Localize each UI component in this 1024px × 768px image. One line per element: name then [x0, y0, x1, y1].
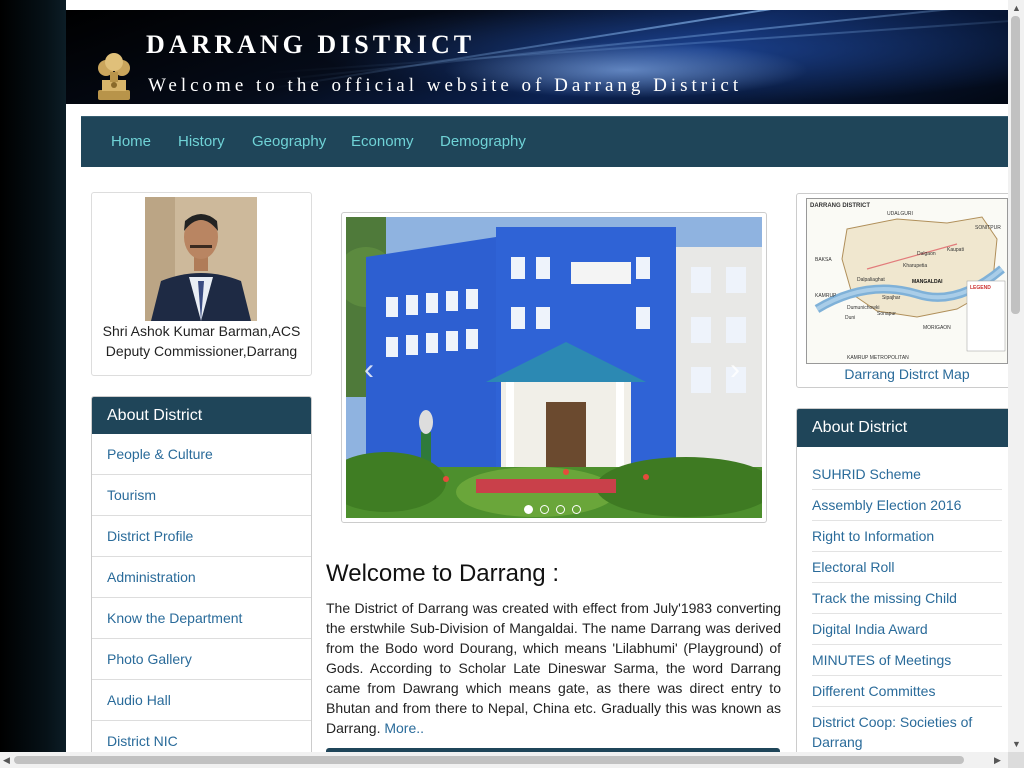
right-item-assembly-election[interactable]: Assembly Election 2016 — [812, 490, 1002, 521]
vertical-scrollbar[interactable]: ▲ ▼ — [1008, 0, 1024, 752]
map-place-label: Dalgaon — [917, 251, 936, 257]
map-place-label: UDALGURI — [887, 211, 913, 217]
left-item-district-nic[interactable]: District NIC — [92, 721, 311, 752]
carousel-indicator-4[interactable] — [572, 505, 581, 514]
carousel-prev-icon[interactable]: ‹ — [364, 353, 374, 387]
header-banner: DARRANG DISTRICT Welcome to the official… — [66, 10, 1008, 104]
deputy-commissioner-card: Shri Ashok Kumar Barman,ACS Deputy Commi… — [91, 192, 312, 376]
welcome-heading: Welcome to Darrang : — [326, 560, 559, 587]
right-item-electoral-roll[interactable]: Electoral Roll — [812, 552, 1002, 583]
carousel-indicator-1[interactable] — [524, 505, 533, 514]
horizontal-scrollbar[interactable]: ◀ ▶ — [0, 752, 1008, 768]
deputy-commissioner-name: Shri Ashok Kumar Barman,ACS — [102, 323, 301, 339]
scroll-right-icon[interactable]: ▶ — [994, 756, 1001, 765]
carousel-indicator-3[interactable] — [556, 505, 565, 514]
state-emblem-icon — [98, 53, 130, 100]
map-place-label: MORIGAON — [923, 325, 951, 331]
nav-home[interactable]: Home — [111, 133, 151, 150]
right-item-digital-india-award[interactable]: Digital India Award — [812, 614, 1002, 645]
left-item-know-department[interactable]: Know the Department — [92, 598, 311, 639]
scrollbar-corner — [1008, 752, 1024, 768]
welcome-more-link[interactable]: More.. — [384, 720, 424, 736]
scroll-down-icon[interactable]: ▼ — [1012, 740, 1021, 749]
site-title: DARRANG DISTRICT — [146, 30, 476, 59]
deputy-commissioner-designation: Deputy Commissioner,Darrang — [105, 343, 298, 359]
main-nav: Home History Geography Economy Demograph… — [81, 116, 1008, 167]
map-place-label: KAMRUP — [815, 293, 837, 299]
right-item-district-coop-societies[interactable]: District Coop: Societies of Darrang — [812, 707, 1002, 752]
carousel-slide-image — [346, 217, 762, 518]
left-background — [0, 0, 66, 768]
left-item-district-profile[interactable]: District Profile — [92, 516, 311, 557]
right-item-suhrid-scheme[interactable]: SUHRID Scheme — [812, 459, 1002, 490]
map-place-label: SONITPUR — [975, 225, 1001, 231]
site-subtitle: Welcome to the official website of Darra… — [148, 75, 743, 96]
nav-history[interactable]: History — [178, 133, 225, 150]
district-map-caption[interactable]: Darrang Distrct Map — [797, 366, 1008, 382]
right-item-different-committes[interactable]: Different Committes — [812, 676, 1002, 707]
right-item-track-missing-child[interactable]: Track the missing Child — [812, 583, 1002, 614]
welcome-text: The District of Darrang was created with… — [326, 598, 781, 738]
about-district-right-panel: About District SUHRID Scheme Assembly El… — [796, 408, 1008, 752]
left-item-people-culture[interactable]: People & Culture — [92, 434, 311, 475]
map-place-label: Dumunichowki — [847, 305, 880, 311]
nav-geography[interactable]: Geography — [252, 133, 326, 150]
map-place-label: BAKSA — [815, 257, 832, 263]
scroll-up-icon[interactable]: ▲ — [1012, 4, 1021, 13]
map-place-label: Kharupetia — [903, 263, 927, 269]
left-item-administration[interactable]: Administration — [92, 557, 311, 598]
right-item-right-to-information[interactable]: Right to Information — [812, 521, 1002, 552]
map-place-label: Dalpaliaghat — [857, 277, 885, 283]
map-place-label: MANGALDAI — [912, 279, 943, 285]
map-place-label: KAMRUP METROPOLITAN — [847, 355, 909, 361]
map-place-label: Sipajhar — [882, 295, 901, 301]
left-item-tourism[interactable]: Tourism — [92, 475, 311, 516]
page: DARRANG DISTRICT Welcome to the official… — [66, 0, 1008, 752]
about-district-left-panel: About District People & Culture Tourism … — [91, 396, 312, 752]
right-panel-heading: About District — [797, 409, 1008, 447]
map-place-label: Kaupati — [947, 247, 964, 253]
carousel-next-icon[interactable]: › — [730, 353, 740, 387]
deputy-commissioner-photo — [145, 197, 257, 321]
map-place-label: Sonapur — [877, 311, 896, 317]
map-title: DARRANG DISTRICT — [810, 203, 870, 209]
left-panel-heading: About District — [92, 397, 311, 434]
map-legend-title: LEGEND — [970, 285, 991, 291]
left-item-photo-gallery[interactable]: Photo Gallery — [92, 639, 311, 680]
carousel-indicator-2[interactable] — [540, 505, 549, 514]
map-place-label: Duni — [845, 315, 855, 321]
nav-demography[interactable]: Demography — [440, 133, 526, 150]
left-item-audio-hall[interactable]: Audio Hall — [92, 680, 311, 721]
right-item-minutes-of-meetings[interactable]: MINUTES of Meetings — [812, 645, 1002, 676]
welcome-body: The District of Darrang was created with… — [326, 600, 781, 736]
nav-economy[interactable]: Economy — [351, 133, 414, 150]
horizontal-scroll-thumb[interactable] — [14, 756, 964, 764]
image-carousel: ‹ › — [341, 212, 767, 523]
vertical-scroll-thumb[interactable] — [1011, 16, 1020, 314]
district-map-box: LEGEND DARRANG DISTRICT UDALGURI SONITPU… — [796, 193, 1008, 388]
district-map-image[interactable]: LEGEND DARRANG DISTRICT UDALGURI SONITPU… — [806, 198, 1008, 364]
scroll-left-icon[interactable]: ◀ — [3, 756, 10, 765]
